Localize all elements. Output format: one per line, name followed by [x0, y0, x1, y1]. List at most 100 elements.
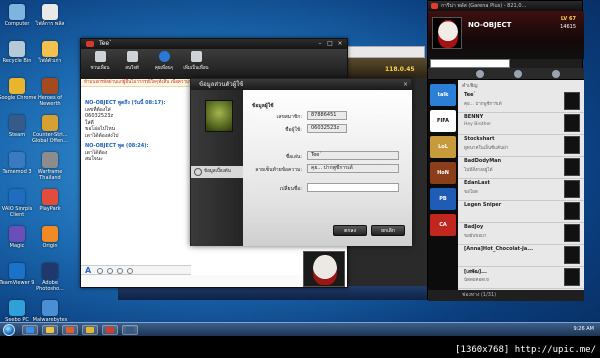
app-icon: [42, 115, 58, 131]
clock[interactable]: 9:26 AM: [573, 326, 594, 332]
add-friend-button[interactable]: เพิ่มเป็นเพื่อน: [179, 51, 213, 71]
chrome-icon: [86, 327, 94, 333]
taskbar-garena-button[interactable]: [102, 325, 118, 335]
username-label: ชื่อผู้ใช้:: [285, 127, 302, 133]
search-input[interactable]: [430, 59, 510, 68]
friend-avatar: [564, 158, 580, 176]
friend-status: ไม่มีสิ่งกงอยู่ได้: [464, 168, 493, 173]
points: 14615: [560, 24, 576, 30]
game-fifa-icon[interactable]: FIFA: [430, 110, 456, 132]
desktop-icon[interactable]: Heroes of Newerth: [30, 78, 70, 107]
game-pb-icon[interactable]: PB: [430, 188, 456, 210]
desktop-icon-label: Adobe Photosho...: [36, 280, 64, 292]
chat-titlebar[interactable]: Tee` – □ ×: [81, 39, 347, 49]
desktop-icon[interactable]: Warframe Thailand: [30, 152, 70, 181]
account-field[interactable]: 87886451: [307, 111, 347, 120]
tab-basic-info[interactable]: ข้อมูลเบื้องต้น: [191, 166, 243, 178]
garena-icon: [106, 327, 114, 333]
voice-icon[interactable]: [127, 268, 133, 274]
game-ca-icon[interactable]: CA: [430, 214, 456, 236]
friend-avatar: [564, 136, 580, 154]
taskbar-media-button[interactable]: [62, 325, 78, 335]
taskbar-explorer-button[interactable]: [42, 325, 58, 335]
emoticon-icon[interactable]: [97, 268, 103, 274]
friend-row[interactable]: EdanLast ขอโผด: [458, 177, 584, 201]
user-icon: [194, 168, 202, 176]
friend-row[interactable]: Tee` คุย... ปากพูชีการเด้: [458, 89, 584, 113]
start-button[interactable]: [3, 324, 15, 336]
game-hon-icon[interactable]: HoN: [430, 162, 456, 184]
app-icon: [9, 152, 25, 168]
friend-row[interactable]: Legen Sniper: [458, 199, 584, 223]
close-icon[interactable]: ×: [403, 79, 408, 90]
cancel-button[interactable]: ยกเลิก: [371, 225, 405, 236]
desktop-icon[interactable]: Origin: [30, 226, 70, 249]
account-label: เลขสมาชิก:: [276, 114, 302, 120]
image-border: [1360x768] http://upic.me/: [0, 336, 600, 358]
taskbar-ie-button[interactable]: [22, 325, 38, 335]
app-icon: [9, 226, 25, 242]
taskbar-chrome-button[interactable]: [82, 325, 98, 335]
tab-groups-icon[interactable]: [514, 70, 522, 78]
invite-friend-button[interactable]: ชวนเพื่อน: [83, 51, 117, 71]
group-chat-button[interactable]: คุยเพื่อนๆ: [147, 51, 181, 71]
nickname-field[interactable]: Tee`: [307, 151, 399, 160]
app-icon: [42, 263, 58, 279]
profile-header: NO-OBJECT LV 67 14615: [428, 11, 584, 59]
message-line: เดาได้ต้องส่งไป: [85, 132, 119, 139]
profile-avatar: [205, 100, 233, 132]
desktop-icon[interactable]: PlayPark: [30, 189, 70, 212]
user-avatar[interactable]: [432, 17, 462, 49]
font-icon[interactable]: A: [85, 266, 91, 275]
avatar-face: [438, 20, 458, 48]
username-field[interactable]: 06032523z: [307, 124, 347, 133]
friend-name: [Anna]Hot_Chocolat-Ja...: [464, 246, 533, 252]
app-icon: [42, 152, 58, 168]
chat-log[interactable]: NO-OBJECT พูดถึง (วันนี้ 08:17): เลขที่ต…: [81, 97, 193, 257]
dialog-form: ข้อมูลผู้ใช้ เลขสมาชิก: 87886451 ชื่อผู้…: [243, 90, 412, 246]
app-icon: [42, 78, 58, 94]
friend-status: คุย... ปากพูชีการเด้: [464, 102, 502, 107]
friend-row[interactable]: [เสพัฒ]... นัดดยคอดเข: [458, 265, 584, 289]
change-name-input[interactable]: [307, 183, 399, 192]
search-bar: [430, 59, 582, 68]
desktop-icon-label: Warframe Thailand: [37, 169, 63, 181]
game-lol-icon[interactable]: LoL: [430, 136, 456, 158]
message-line: สมใจนะ: [85, 156, 103, 162]
game-launcher-bar: talk FIFA LoL HoN PB CA: [428, 80, 458, 290]
friend-row[interactable]: BENNY Hey Brother: [458, 111, 584, 135]
avatar-face: [313, 255, 337, 285]
friend-row[interactable]: [Anna]Hot_Chocolat-Ja...: [458, 243, 584, 267]
maximize-icon[interactable]: □: [325, 40, 335, 48]
desktop-icon-label: ไฟล์ตัวเก่า: [38, 58, 62, 64]
explorer-icon: [46, 327, 54, 333]
game-talk-icon[interactable]: talk: [430, 84, 456, 106]
friend-row[interactable]: Stockshart ดูดนาคในเอ็นซีแค้นผ่า: [458, 133, 584, 157]
background-browser-tab[interactable]: [345, 46, 425, 58]
friend-list[interactable]: คำเชิญ Tee` คุย... ปากพูชีการเด้ BENNY Hey …: [458, 80, 584, 290]
friend-avatar: [564, 246, 580, 264]
desktop-icon[interactable]: Adobe Photosho...: [30, 263, 70, 292]
level-badge: LV 67: [560, 16, 576, 22]
interest-button[interactable]: สนใจดี: [115, 51, 149, 71]
garena-titlebar[interactable]: การีน่า พลัส (Garena Plus) - 821,0...: [428, 1, 582, 11]
tab-rooms-icon[interactable]: [552, 70, 560, 78]
tool-label: สนใจดี: [125, 66, 139, 71]
taskbar-steam-button[interactable]: [122, 325, 138, 335]
friend-row[interactable]: BadJoy ขอยับขอบา: [458, 221, 584, 245]
minimize-icon[interactable]: –: [315, 40, 325, 48]
dialog-titlebar[interactable]: ข้อมูลส่วนตัวผู้ใช้ ×: [191, 79, 411, 90]
friend-row[interactable]: BadDodyMan ไม่มีสิ่งกงอยู่ได้: [458, 155, 584, 179]
tool-label: ชวนเพื่อน: [90, 66, 110, 71]
channel-footer[interactable]: ช่องทาง (1/31): [428, 290, 584, 301]
desktop-icon[interactable]: ไฟล์การ พลัส: [30, 4, 70, 27]
close-icon[interactable]: ×: [335, 40, 345, 48]
image-icon[interactable]: [107, 268, 113, 274]
ok-button[interactable]: ตกลง: [333, 225, 367, 236]
nudge-icon[interactable]: [117, 268, 123, 274]
desktop-icon[interactable]: Counter-Stri... Global Offen...: [30, 115, 70, 144]
signature-field[interactable]: คุย... ปากพูชีการเด้: [307, 164, 399, 173]
desktop-icon[interactable]: ไฟล์ตัวเก่า: [30, 41, 70, 64]
tab-label: ข้อมูลเบื้องต้น: [204, 169, 231, 174]
tab-friends-icon[interactable]: [476, 70, 484, 78]
